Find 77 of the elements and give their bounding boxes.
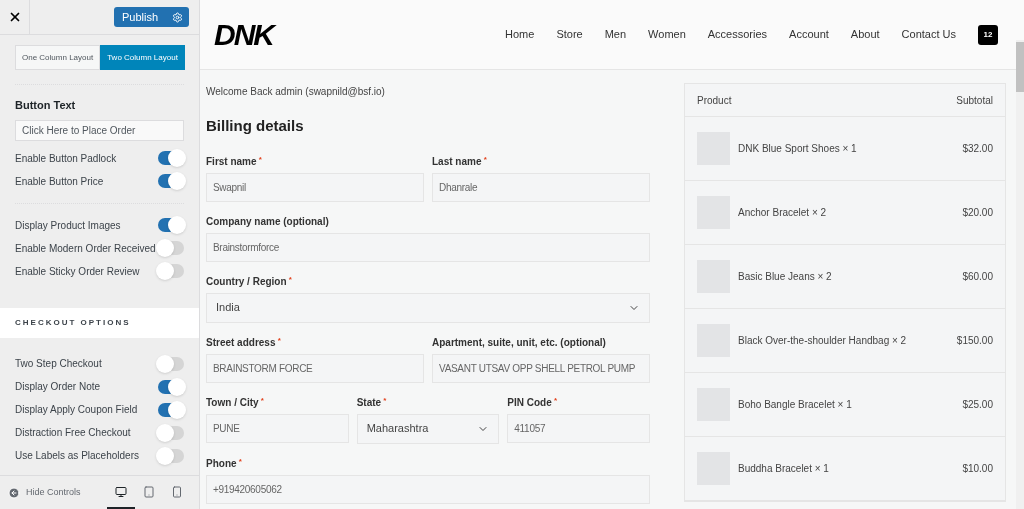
nav-link[interactable]: Store: [556, 26, 583, 43]
field-label: Last name *: [432, 153, 488, 169]
field-label: Apartment, suite, unit, etc. (optional): [432, 335, 607, 350]
toggle-label: Use Labels as Placeholders: [15, 449, 139, 463]
billing-heading: Billing details: [206, 116, 305, 136]
text-field[interactable]: Dhanrale: [432, 172, 650, 202]
nav-link[interactable]: Women: [648, 26, 686, 43]
toggle-switch[interactable]: [158, 356, 184, 371]
toggle-switch[interactable]: [158, 425, 184, 440]
product-name: Black Over-the-shoulder Handbag × 2: [738, 334, 908, 348]
product-subtotal: $32.00: [962, 142, 993, 156]
toggle-switch[interactable]: [158, 151, 184, 165]
field-label: PIN Code *: [507, 394, 559, 410]
gear-icon: [172, 11, 183, 23]
product-name: Buddha Bracelet × 1: [738, 462, 830, 476]
product-subtotal: $150.00: [956, 334, 993, 348]
toggle-label: Display Order Note: [15, 380, 101, 394]
product-subtotal: $10.00: [962, 462, 993, 476]
field-label: State *: [356, 394, 388, 410]
text-field[interactable]: +919420605062: [206, 474, 650, 504]
text-field[interactable]: Brainstormforce: [206, 232, 650, 262]
nav-link[interactable]: Men: [604, 26, 627, 43]
layout-option[interactable]: One Column Layout: [15, 45, 101, 70]
layout-option[interactable]: Two Column Layout: [100, 45, 185, 70]
arrow-left-circle-icon: [8, 486, 20, 499]
product-subtotal: $20.00: [962, 206, 993, 220]
field-label: Country / Region *: [206, 273, 293, 289]
field-label: Street address *: [206, 334, 282, 350]
product-name: Basic Blue Jeans × 2: [738, 270, 833, 284]
nav-link[interactable]: Accessories: [707, 26, 768, 43]
toggle-switch[interactable]: [158, 379, 184, 394]
select-field[interactable]: Maharashtra: [356, 413, 500, 444]
section-header: CHECKOUT OPTIONS: [0, 308, 199, 338]
toggle-label: Enable Button Padlock: [15, 151, 117, 166]
publish-button[interactable]: Publish: [113, 7, 166, 27]
toggle-switch[interactable]: [158, 448, 184, 463]
toggle-label: Display Product Images: [15, 218, 121, 233]
toggle-switch[interactable]: [158, 241, 184, 255]
field-label: Button Text: [15, 98, 77, 113]
field-label: Phone *: [206, 455, 243, 471]
text-field[interactable]: 411057: [507, 413, 650, 443]
nav-link[interactable]: Home: [505, 26, 535, 43]
product-name: Anchor Bracelet × 2: [738, 206, 828, 220]
toggle-switch[interactable]: [158, 218, 184, 232]
cart-button[interactable]: 12: [978, 24, 998, 45]
hide-controls-button[interactable]: Hide Controls: [8, 485, 81, 500]
mobile-icon: [171, 485, 183, 498]
field-label: Company name (optional): [206, 214, 330, 229]
column-header: Product: [697, 93, 732, 108]
button-text-field[interactable]: Click Here to Place Order: [15, 119, 184, 141]
toggle-label: Display Apply Coupon Field: [15, 403, 138, 417]
product-subtotal: $25.00: [962, 398, 993, 412]
select-field[interactable]: India: [206, 292, 650, 323]
welcome-text: Welcome Back admin (swapnild@bsf.io): [206, 85, 386, 99]
nav-link[interactable]: Contact Us: [901, 26, 956, 43]
text-field[interactable]: VASANT UTSAV OPP SHELL PETROL PUMP: [432, 353, 650, 383]
column-header: Subtotal: [956, 93, 993, 108]
toggle-label: Distraction Free Checkout: [15, 426, 131, 440]
toggle-label: Enable Modern Order Received: [15, 241, 156, 256]
field-label: First name *: [206, 153, 263, 169]
toggle-label: Enable Button Price: [15, 174, 104, 189]
nav-link[interactable]: Account: [789, 26, 829, 43]
product-name: DNK Blue Sport Shoes × 1: [738, 142, 858, 156]
product-name: Boho Bangle Bracelet × 1: [738, 398, 853, 412]
desktop-icon: [115, 485, 127, 498]
tablet-icon: [143, 485, 155, 498]
text-field[interactable]: BRAINSTORM FORCE: [206, 353, 424, 383]
toggle-label: Two Step Checkout: [15, 357, 102, 371]
toggle-switch[interactable]: [158, 402, 184, 417]
toggle-switch[interactable]: [158, 264, 184, 278]
product-subtotal: $60.00: [962, 270, 993, 284]
field-label: Town / City *: [206, 394, 265, 410]
text-field[interactable]: Swapnil: [206, 172, 424, 202]
toggle-switch[interactable]: [158, 174, 184, 188]
text-field[interactable]: PUNE: [206, 413, 349, 443]
nav-link[interactable]: About: [850, 26, 880, 43]
toggle-label: Enable Sticky Order Review: [15, 264, 140, 279]
